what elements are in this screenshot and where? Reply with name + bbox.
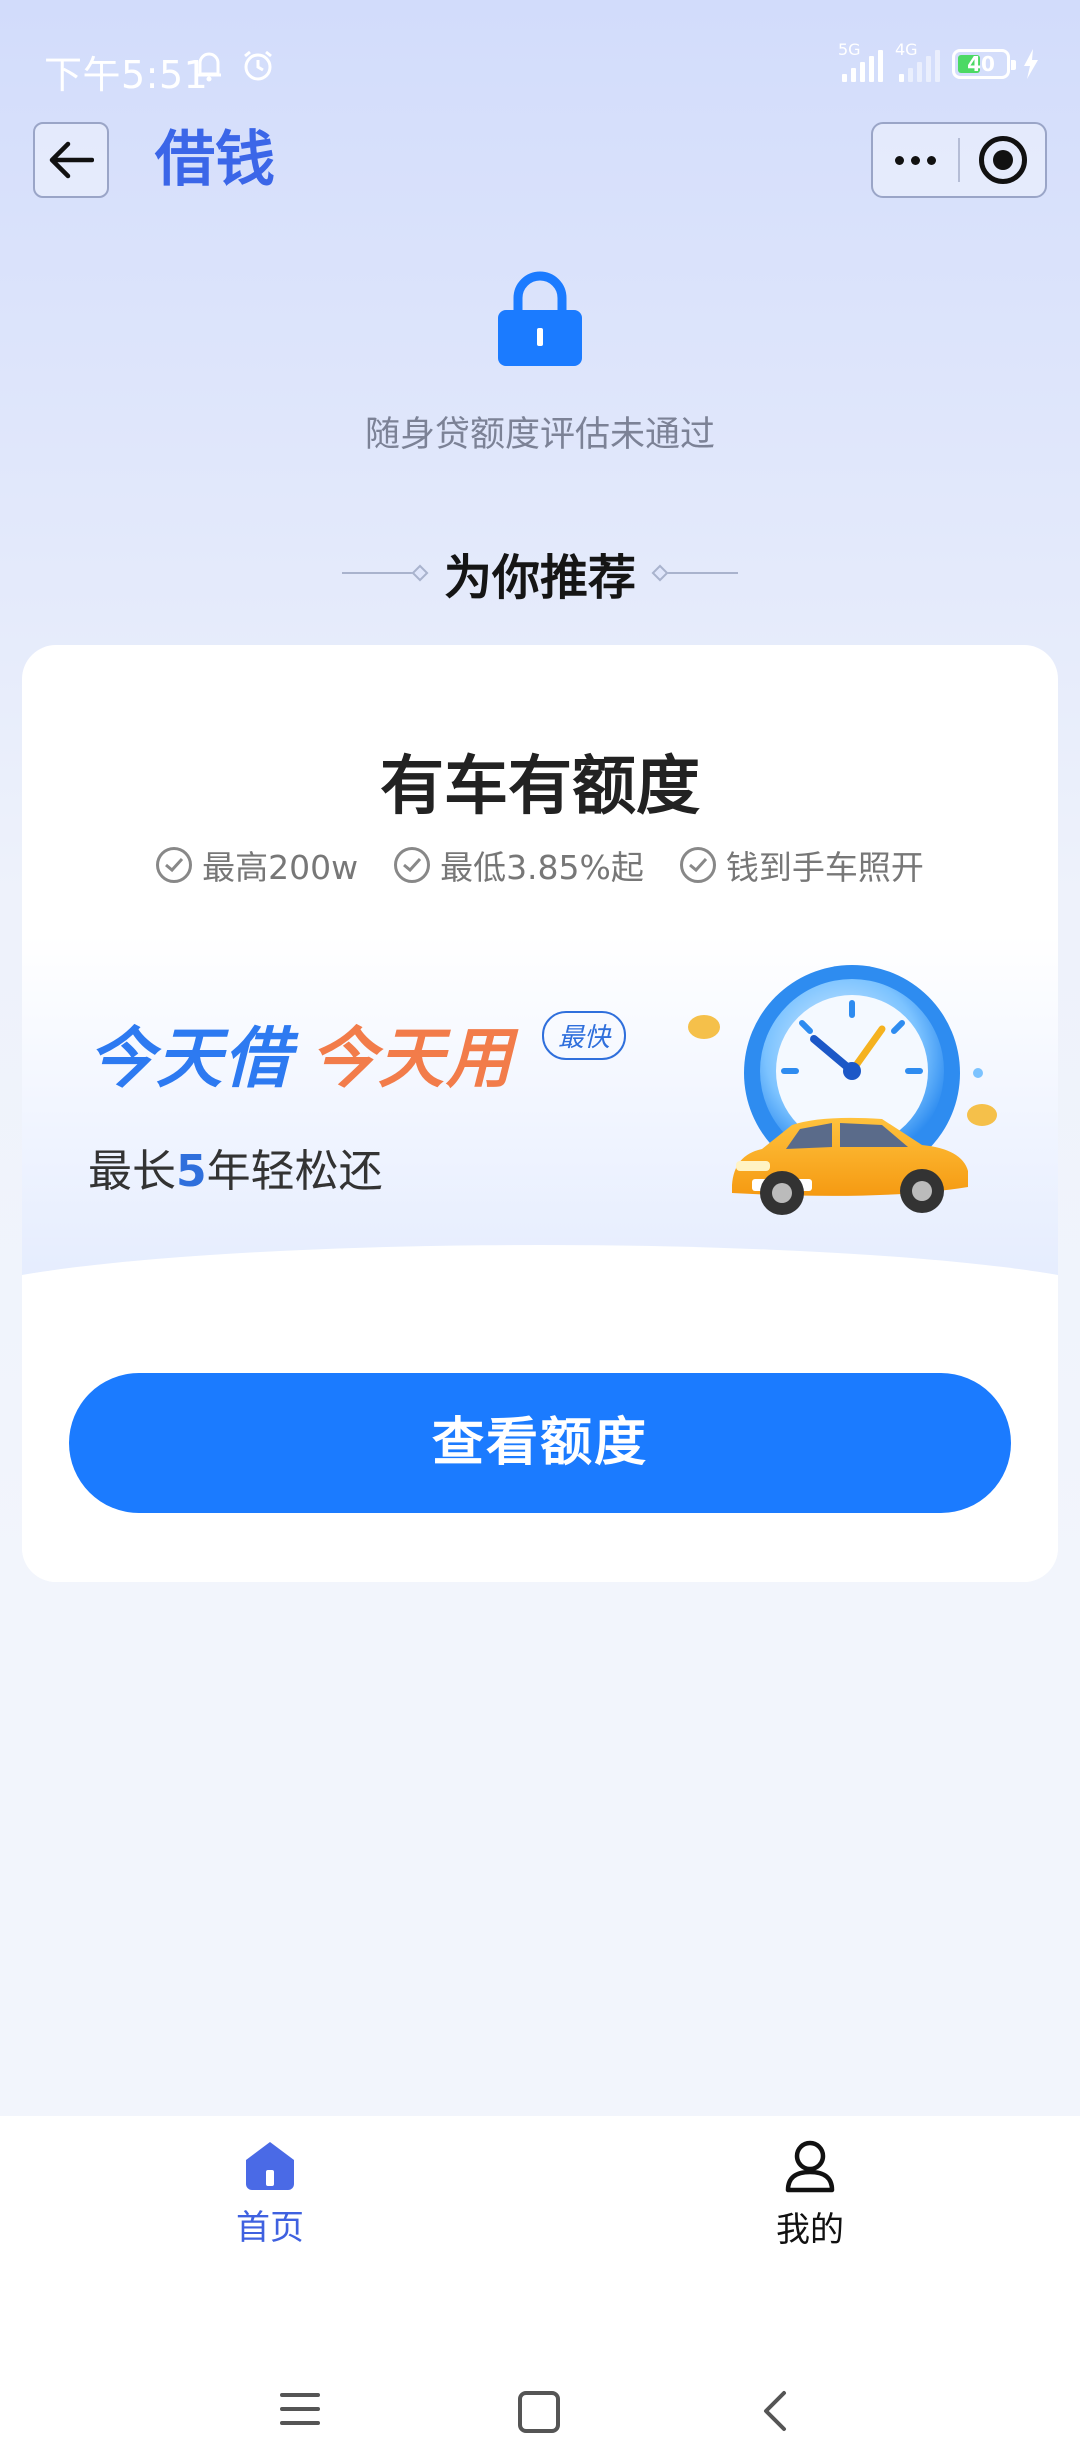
divider-line bbox=[341, 572, 420, 574]
check-circle-icon bbox=[394, 847, 431, 883]
signal-5g-icon: 5G bbox=[838, 40, 883, 82]
feature-label: 最低3.85%起 bbox=[440, 848, 644, 887]
tab-label: 首页 bbox=[236, 2208, 304, 2248]
tab-label: 我的 bbox=[776, 2210, 844, 2250]
signal-4g-icon: 4G bbox=[895, 40, 940, 82]
home-square-icon[interactable] bbox=[518, 2391, 560, 2433]
status-bar: 下午5:51 5G 4G 40 bbox=[0, 0, 1080, 140]
fastest-badge: 最快 bbox=[542, 1011, 627, 1060]
alarm-clock-icon bbox=[244, 50, 272, 81]
recommend-heading: 为你推荐 bbox=[0, 538, 1080, 608]
section-title: 为你推荐 bbox=[443, 550, 636, 606]
slogan-use-today: 今天用 bbox=[310, 1020, 514, 1097]
battery-icon: 40 bbox=[952, 49, 1016, 79]
feature-label: 钱到手车照开 bbox=[725, 848, 924, 887]
status-left-icons bbox=[192, 48, 276, 84]
status-time: 下午5:51 bbox=[44, 53, 209, 97]
card-title: 有车有额度 bbox=[380, 750, 700, 824]
check-circle-icon bbox=[156, 847, 193, 883]
notification-bell-icon bbox=[197, 52, 221, 82]
slogan-borrow-today: 今天借 bbox=[88, 1020, 292, 1097]
feature-list: 最高200w 最低3.85%起 钱到手车照开 bbox=[22, 841, 1058, 889]
feature-item: 最低3.85%起 bbox=[394, 841, 644, 889]
status-right-icons: 5G 4G 40 bbox=[838, 40, 1040, 82]
close-miniprogram-button[interactable] bbox=[960, 124, 1045, 196]
bottom-tab-bar: 首页 我的 bbox=[0, 2116, 1080, 2301]
more-dots-icon bbox=[895, 155, 936, 165]
more-button[interactable] bbox=[873, 124, 958, 196]
feature-item: 最高200w bbox=[156, 841, 358, 889]
target-circle-icon bbox=[978, 136, 1027, 184]
check-circle-icon bbox=[679, 847, 716, 883]
clock-car-illustration bbox=[688, 965, 997, 1215]
slogan: 今天借 今天用 最快 bbox=[88, 1005, 627, 1101]
feature-item: 钱到手车照开 bbox=[679, 841, 924, 889]
lock-icon bbox=[498, 271, 582, 366]
feature-label: 最高200w bbox=[202, 848, 359, 887]
tab-mine[interactable]: 我的 bbox=[540, 2116, 1080, 2301]
view-quota-button[interactable]: 查看额度 bbox=[69, 1373, 1011, 1513]
home-icon bbox=[246, 2142, 294, 2190]
repayment-term: 最长5年轻松还 bbox=[88, 1146, 383, 1197]
evaluation-failed-message: 随身贷额度评估未通过 bbox=[364, 415, 715, 455]
back-chevron-icon[interactable] bbox=[760, 2389, 790, 2433]
system-nav-bar bbox=[0, 2301, 1080, 2460]
tab-home[interactable]: 首页 bbox=[0, 2116, 540, 2301]
arrow-left-icon bbox=[49, 141, 94, 179]
miniprogram-capsule bbox=[871, 122, 1047, 198]
user-icon bbox=[785, 2140, 835, 2193]
back-button[interactable] bbox=[33, 122, 109, 198]
recent-apps-icon[interactable] bbox=[280, 2393, 320, 2435]
product-card[interactable]: 有车有额度 最高200w 最低3.85%起 钱到手车照开 今天借 今天用 最快 … bbox=[22, 645, 1058, 1582]
divider-line bbox=[660, 572, 738, 574]
page-title: 借钱 bbox=[155, 125, 275, 195]
charging-bolt-icon bbox=[1024, 49, 1038, 79]
